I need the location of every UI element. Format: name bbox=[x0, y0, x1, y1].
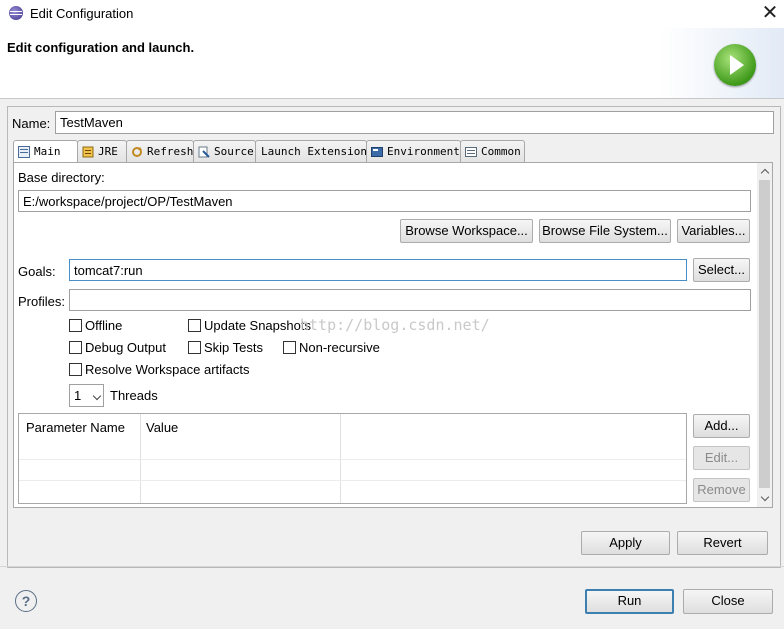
apply-button[interactable]: Apply bbox=[581, 531, 670, 555]
offline-checkbox[interactable] bbox=[69, 319, 82, 332]
update-snapshots-label: Update Snapshots bbox=[204, 318, 311, 333]
revert-button[interactable]: Revert bbox=[677, 531, 768, 555]
tab-environment[interactable]: Environment bbox=[366, 140, 461, 163]
tab-common-label: Common bbox=[481, 145, 521, 158]
skip-tests-checkbox[interactable] bbox=[188, 341, 201, 354]
select-goals-button[interactable]: Select... bbox=[693, 258, 750, 282]
threads-value: 1 bbox=[74, 388, 82, 403]
jre-icon bbox=[82, 146, 94, 158]
close-button[interactable]: Close bbox=[683, 589, 773, 614]
tab-jre-label: JRE bbox=[98, 145, 118, 158]
tab-refresh-label: Refresh bbox=[147, 145, 194, 158]
tab-main[interactable]: Main bbox=[13, 140, 78, 164]
main-tab-icon bbox=[18, 146, 30, 158]
table-row bbox=[19, 459, 686, 460]
close-window-icon[interactable]: ✕ bbox=[760, 3, 780, 23]
tab-refresh[interactable]: Refresh bbox=[126, 140, 194, 163]
run-launch-icon bbox=[714, 44, 756, 86]
offline-label: Offline bbox=[85, 318, 123, 333]
banner-heading: Edit configuration and launch. bbox=[7, 40, 195, 55]
profiles-input[interactable] bbox=[69, 289, 751, 311]
threads-label: Threads bbox=[110, 388, 158, 403]
eclipse-icon bbox=[9, 6, 23, 20]
browse-file-system-button[interactable]: Browse File System... bbox=[539, 219, 671, 243]
tab-common[interactable]: Common bbox=[460, 140, 525, 163]
profiles-label: Profiles: bbox=[18, 294, 65, 309]
update-snapshots-checkbox[interactable] bbox=[188, 319, 201, 332]
tab-launch-extensions[interactable]: Launch Extensions bbox=[255, 140, 374, 163]
window-title: Edit Configuration bbox=[30, 6, 134, 21]
table-row bbox=[19, 480, 686, 481]
debug-output-label: Debug Output bbox=[85, 340, 166, 355]
scrollbar-thumb[interactable] bbox=[759, 180, 770, 488]
threads-select[interactable]: 1 bbox=[69, 384, 104, 407]
non-recursive-checkbox[interactable] bbox=[283, 341, 296, 354]
value-header[interactable]: Value bbox=[146, 420, 178, 435]
variables-button[interactable]: Variables... bbox=[677, 219, 750, 243]
edit-parameter-button: Edit... bbox=[693, 446, 750, 470]
common-icon bbox=[465, 147, 477, 157]
add-parameter-button[interactable]: Add... bbox=[693, 414, 750, 438]
resolve-workspace-label: Resolve Workspace artifacts bbox=[85, 362, 250, 377]
tab-source[interactable]: Source bbox=[193, 140, 256, 163]
watermark-text: http://blog.csdn.net/ bbox=[300, 316, 490, 334]
debug-output-checkbox[interactable] bbox=[69, 341, 82, 354]
tab-strip: Main JRE Refresh Source Launch Extension… bbox=[13, 140, 773, 164]
non-recursive-label: Non-recursive bbox=[299, 340, 380, 355]
base-directory-input[interactable]: E:/workspace/project/OP/TestMaven bbox=[18, 190, 751, 212]
resolve-workspace-checkbox[interactable] bbox=[69, 363, 82, 376]
browse-workspace-button[interactable]: Browse Workspace... bbox=[400, 219, 533, 243]
scroll-down-icon[interactable] bbox=[760, 492, 770, 502]
parameters-table[interactable]: Parameter Name Value bbox=[18, 413, 687, 504]
environment-icon bbox=[371, 147, 383, 157]
footer-divider bbox=[0, 566, 784, 567]
name-input[interactable]: TestMaven bbox=[55, 111, 774, 134]
tab-launch-extensions-label: Launch Extensions bbox=[261, 145, 374, 158]
refresh-icon bbox=[132, 147, 142, 157]
run-button[interactable]: Run bbox=[585, 589, 674, 614]
chevron-down-icon bbox=[92, 391, 102, 401]
help-icon[interactable]: ? bbox=[15, 590, 37, 612]
base-directory-label: Base directory: bbox=[18, 170, 105, 185]
source-icon bbox=[198, 146, 210, 158]
parameter-name-header[interactable]: Parameter Name bbox=[26, 420, 125, 435]
tab-jre[interactable]: JRE bbox=[77, 140, 127, 163]
goals-label: Goals: bbox=[18, 264, 56, 279]
tab-main-label: Main bbox=[34, 145, 61, 158]
name-label: Name: bbox=[12, 116, 51, 131]
tab-environment-label: Environment bbox=[387, 145, 460, 158]
skip-tests-label: Skip Tests bbox=[204, 340, 264, 355]
scroll-up-icon[interactable] bbox=[760, 168, 770, 178]
tab-source-label: Source bbox=[214, 145, 254, 158]
remove-parameter-button: Remove bbox=[693, 478, 750, 502]
goals-input[interactable]: tomcat7:run bbox=[69, 259, 687, 281]
